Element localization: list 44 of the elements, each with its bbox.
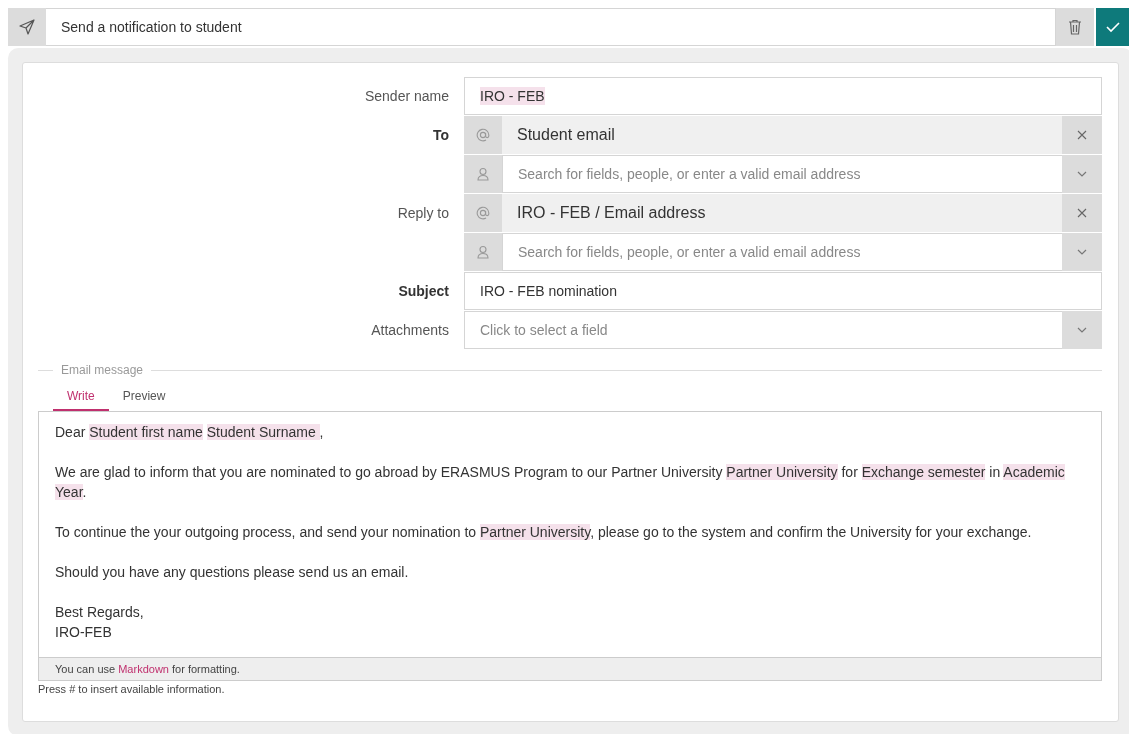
field-label: To (431, 126, 450, 145)
markdown-link[interactable]: Markdown (118, 663, 169, 675)
message-paragraph: Dear Student first name Student Surname , (55, 423, 325, 442)
field-label: Sender name (363, 87, 450, 106)
recipient-chip[interactable]: Student email (464, 116, 1102, 154)
paper-plane-icon (19, 19, 35, 35)
at-sign-icon (476, 128, 490, 142)
chevron-down-icon (1077, 171, 1087, 177)
remove-button[interactable] (1062, 194, 1102, 232)
person-icon (477, 167, 489, 181)
delete-button[interactable] (1056, 8, 1094, 46)
search-field[interactable]: Search for fields, people, or enter a valid email address (502, 155, 1062, 193)
trash-icon (1068, 19, 1082, 35)
confirm-button[interactable] (1096, 8, 1129, 46)
close-icon (1077, 208, 1087, 218)
recipient-chip[interactable]: IRO - FEB / Email address (464, 194, 1102, 232)
field-label: Subject (397, 282, 450, 301)
checkmark-icon (1105, 21, 1120, 33)
text-field[interactable]: IRO - FEB nomination (464, 272, 1102, 310)
search-field[interactable]: Search for fields, people, or enter a valid email address (502, 233, 1062, 271)
text-field[interactable]: IRO - FEB (464, 77, 1102, 115)
chevron-down-icon (1077, 249, 1087, 255)
person-icon (477, 245, 489, 259)
dropdown-button[interactable] (1062, 233, 1102, 271)
message-paragraph: Best Regards, IRO-FEB (55, 603, 145, 642)
message-editor[interactable] (38, 411, 1102, 681)
field-label: Reply to (396, 204, 450, 223)
insert-hint: Press # to insert available information. (38, 683, 226, 695)
close-icon (1077, 130, 1087, 140)
editor-tab[interactable]: Write (53, 385, 109, 411)
section-legend: Email message (53, 363, 152, 377)
chevron-down-icon (1077, 327, 1087, 333)
at-sign-icon (476, 206, 490, 220)
formatting-note: You can use Markdown for formatting. (39, 657, 1101, 680)
remove-button[interactable] (1062, 116, 1102, 154)
notification-title: Send a notification to student (46, 8, 1056, 46)
message-paragraph: To continue the your outgoing process, and send your nomination to Partner University, please go to the system and confirm the University for your exchange. (55, 523, 1033, 542)
dropdown-button[interactable] (1062, 155, 1102, 193)
select-field[interactable]: Click to select a field (464, 311, 1062, 349)
editor-tab[interactable]: Preview (108, 385, 180, 411)
field-label: Attachments (370, 321, 450, 340)
message-paragraph: We are glad to inform that you are nominated to go abroad by ERASMUS Program to our Partner University Partner University for Exchange semester in Academic Year. (55, 463, 1066, 502)
message-paragraph: Should you have any questions please send us an email. (55, 563, 410, 582)
dropdown-button[interactable] (1062, 311, 1102, 349)
